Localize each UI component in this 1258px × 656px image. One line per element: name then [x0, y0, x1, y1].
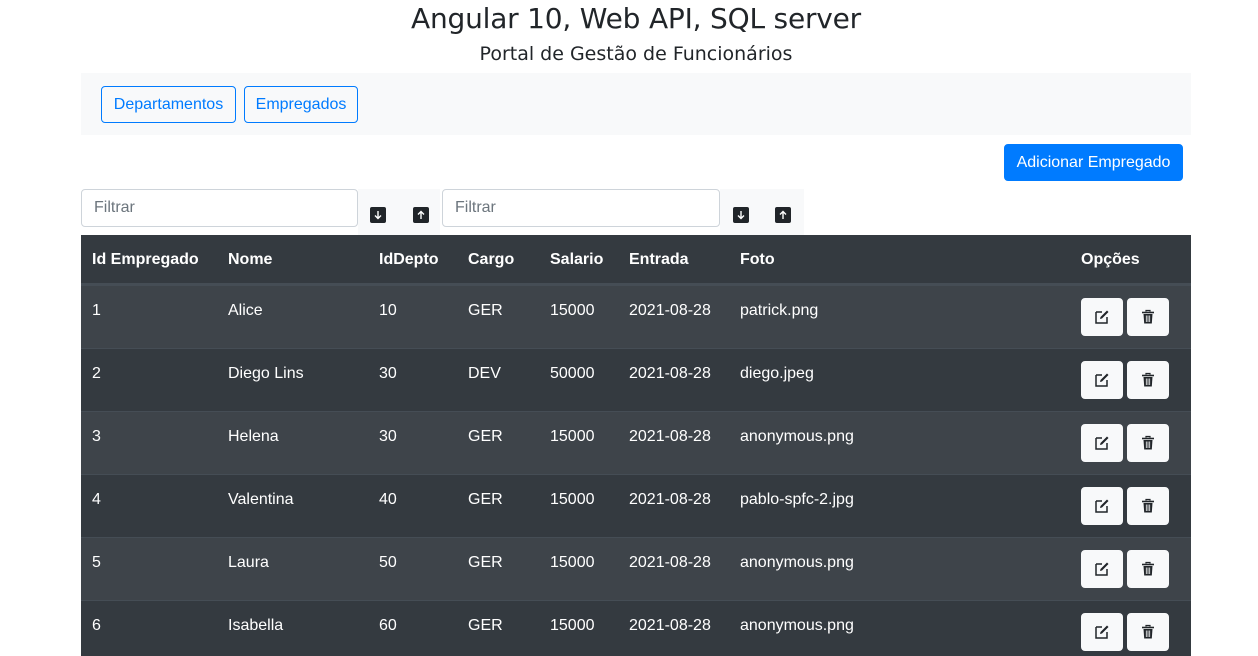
cell-cargo: DEV: [468, 365, 501, 382]
edit-button[interactable]: [1081, 613, 1123, 651]
filter-group-1: [81, 189, 441, 235]
cell-salario: 15000: [550, 302, 595, 319]
column-header-opcoes: Opções: [1081, 251, 1140, 268]
cell-iddepto: 30: [379, 428, 397, 445]
edit-icon: [1095, 310, 1109, 324]
departments-button[interactable]: Departamentos: [101, 86, 236, 123]
delete-button[interactable]: [1127, 613, 1169, 651]
arrow-up-icon[interactable]: [775, 207, 791, 223]
arrow-down-icon[interactable]: [370, 207, 386, 223]
column-header-entrada[interactable]: Entrada: [629, 235, 689, 285]
cell-id: 5: [92, 554, 101, 571]
column-header-nome[interactable]: Nome: [228, 235, 272, 285]
filter-input-1[interactable]: [81, 189, 358, 227]
cell-foto: anonymous.png: [740, 617, 854, 634]
cell-id: 1: [92, 302, 101, 319]
cell-cargo: GER: [468, 491, 503, 508]
cell-foto: pablo-spfc-2.jpg: [740, 491, 854, 508]
cell-foto: anonymous.png: [740, 554, 854, 571]
cell-cargo: GER: [468, 617, 503, 634]
cell-entrada: 2021-08-28: [629, 428, 711, 445]
filter-group-2: [442, 189, 804, 235]
cell-cargo: GER: [468, 554, 503, 571]
cell-id: 2: [92, 365, 101, 382]
cell-entrada: 2021-08-28: [629, 617, 711, 634]
cell-salario: 15000: [550, 617, 595, 634]
cell-iddepto: 40: [379, 491, 397, 508]
cell-nome: Diego Lins: [228, 365, 304, 382]
table-row: 6 Isabella 60 GER 15000 2021-08-28 anony…: [81, 600, 1191, 656]
cell-foto: patrick.png: [740, 302, 819, 319]
trash-icon: [1142, 498, 1154, 513]
delete-button[interactable]: [1127, 487, 1169, 525]
column-header-iddepto[interactable]: IdDepto: [379, 235, 439, 285]
delete-button[interactable]: [1127, 550, 1169, 588]
arrow-up-icon[interactable]: [413, 207, 429, 223]
delete-button[interactable]: [1127, 361, 1169, 399]
cell-iddepto: 10: [379, 302, 397, 319]
cell-entrada: 2021-08-28: [629, 554, 711, 571]
cell-entrada: 2021-08-28: [629, 365, 711, 382]
edit-icon: [1095, 436, 1109, 450]
table-row: 2 Diego Lins 30 DEV 50000 2021-08-28 die…: [81, 348, 1191, 411]
sort-controls-2: [720, 189, 804, 235]
delete-button[interactable]: [1127, 298, 1169, 336]
trash-icon: [1142, 372, 1154, 387]
nav-bar: Departamentos Empregados: [81, 73, 1191, 135]
cell-id: 3: [92, 428, 101, 445]
sort-controls-1: [358, 189, 440, 235]
table-row: 1 Alice 10 GER 15000 2021-08-28 patrick.…: [81, 285, 1191, 348]
cell-nome: Laura: [228, 554, 269, 571]
cell-iddepto: 30: [379, 365, 397, 382]
edit-icon: [1095, 499, 1109, 513]
cell-iddepto: 60: [379, 617, 397, 634]
edit-button[interactable]: [1081, 550, 1123, 588]
cell-entrada: 2021-08-28: [629, 491, 711, 508]
cell-foto: anonymous.png: [740, 428, 854, 445]
employees-table: Id Empregado Nome IdDepto Cargo Salario …: [81, 235, 1191, 656]
edit-icon: [1095, 373, 1109, 387]
cell-salario: 15000: [550, 491, 595, 508]
cell-cargo: GER: [468, 428, 503, 445]
filter-input-2[interactable]: [442, 189, 720, 227]
cell-nome: Isabella: [228, 617, 284, 634]
column-header-foto[interactable]: Foto: [740, 235, 775, 285]
trash-icon: [1142, 561, 1154, 576]
table-row: 3 Helena 30 GER 15000 2021-08-28 anonymo…: [81, 411, 1191, 474]
table-row: 4 Valentina 40 GER 15000 2021-08-28 pabl…: [81, 474, 1191, 537]
add-employee-button[interactable]: Adicionar Empregado: [1004, 144, 1183, 181]
page-title: Angular 10, Web API, SQL server: [411, 2, 861, 35]
column-header-id[interactable]: Id Empregado: [92, 235, 199, 285]
edit-button[interactable]: [1081, 487, 1123, 525]
edit-button[interactable]: [1081, 298, 1123, 336]
arrow-down-icon[interactable]: [733, 207, 749, 223]
cell-salario: 15000: [550, 428, 595, 445]
cell-nome: Helena: [228, 428, 279, 445]
trash-icon: [1142, 624, 1154, 639]
cell-iddepto: 50: [379, 554, 397, 571]
employees-button[interactable]: Empregados: [244, 86, 358, 123]
trash-icon: [1142, 309, 1154, 324]
cell-salario: 15000: [550, 554, 595, 571]
table-row: 5 Laura 50 GER 15000 2021-08-28 anonymou…: [81, 537, 1191, 600]
cell-nome: Alice: [228, 302, 263, 319]
column-header-cargo[interactable]: Cargo: [468, 235, 514, 285]
column-header-salario[interactable]: Salario: [550, 235, 603, 285]
cell-foto: diego.jpeg: [740, 365, 814, 382]
cell-cargo: GER: [468, 302, 503, 319]
edit-icon: [1095, 562, 1109, 576]
cell-entrada: 2021-08-28: [629, 302, 711, 319]
delete-button[interactable]: [1127, 424, 1169, 462]
cell-id: 4: [92, 491, 101, 508]
cell-nome: Valentina: [228, 491, 294, 508]
edit-button[interactable]: [1081, 361, 1123, 399]
page-subtitle: Portal de Gestão de Funcionários: [479, 43, 793, 65]
edit-icon: [1095, 625, 1109, 639]
cell-salario: 50000: [550, 365, 595, 382]
table-header: Id Empregado Nome IdDepto Cargo Salario …: [81, 235, 1191, 285]
edit-button[interactable]: [1081, 424, 1123, 462]
trash-icon: [1142, 435, 1154, 450]
cell-id: 6: [92, 617, 101, 634]
